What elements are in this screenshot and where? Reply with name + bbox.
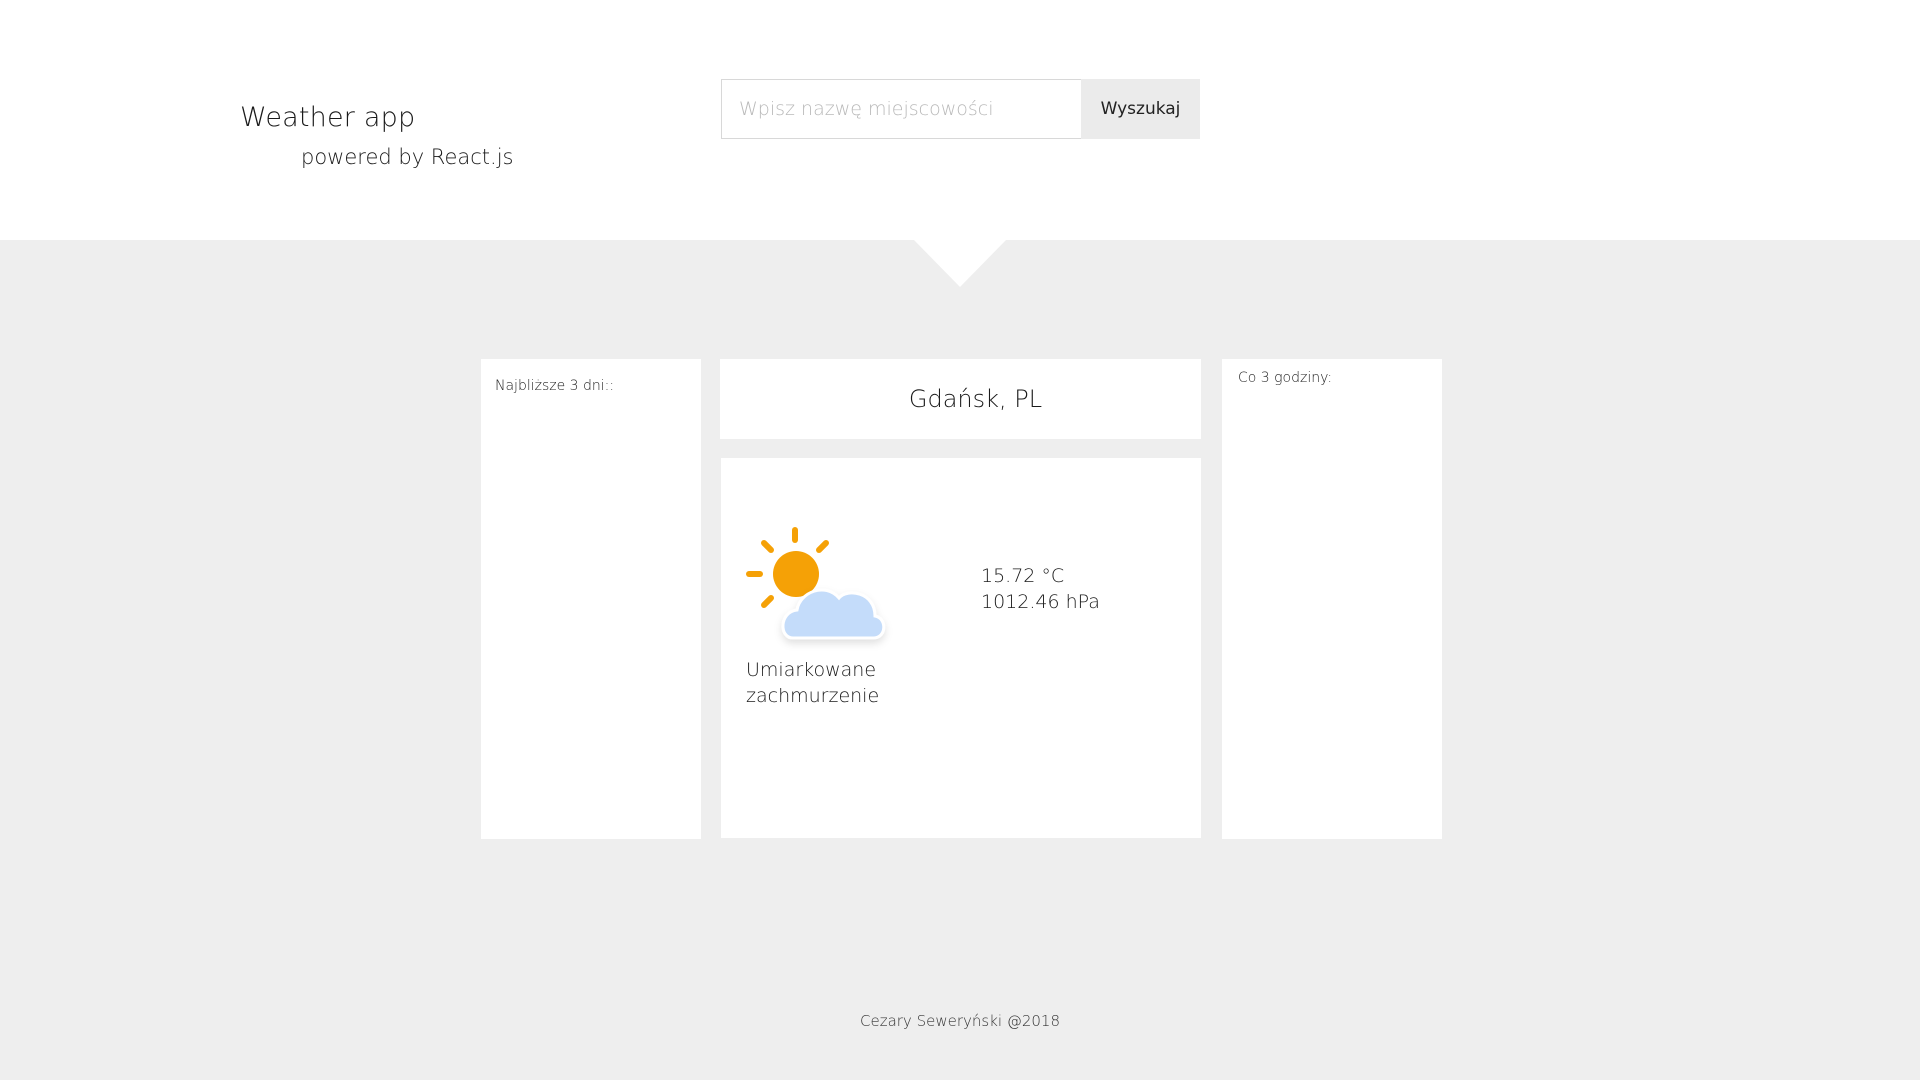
app-title: Weather app — [240, 102, 416, 133]
header: Weather app powered by React.js Wyszukaj — [0, 0, 1920, 240]
temperature-value: 15.72 °C — [981, 565, 1065, 587]
weather-description: Umiarkowane zachmurzenie — [746, 659, 880, 707]
three-day-forecast-panel: Najbliższe 3 dni:: — [481, 359, 701, 839]
three-day-forecast-label: Najbliższe 3 dni:: — [495, 378, 615, 394]
pressure-value: 1012.46 hPa — [981, 591, 1100, 613]
three-hour-forecast-label: Co 3 godziny: — [1238, 370, 1333, 386]
city-search-input[interactable] — [721, 79, 1082, 139]
city-panel: Gdańsk, PL — [720, 359, 1201, 439]
app-subtitle: powered by React.js — [301, 145, 514, 169]
partly-cloudy-icon — [746, 527, 886, 640]
city-name: Gdańsk, PL — [908, 385, 1043, 413]
footer-credit: Cezary Seweryński @2018 — [860, 1012, 1060, 1030]
current-weather-panel: Umiarkowane zachmurzenie 15.72 °C 1012.4… — [721, 458, 1201, 838]
header-pointer-arrow — [913, 239, 1007, 287]
three-hour-forecast-panel: Co 3 godziny: — [1222, 359, 1442, 839]
search-button[interactable]: Wyszukaj — [1081, 79, 1200, 139]
